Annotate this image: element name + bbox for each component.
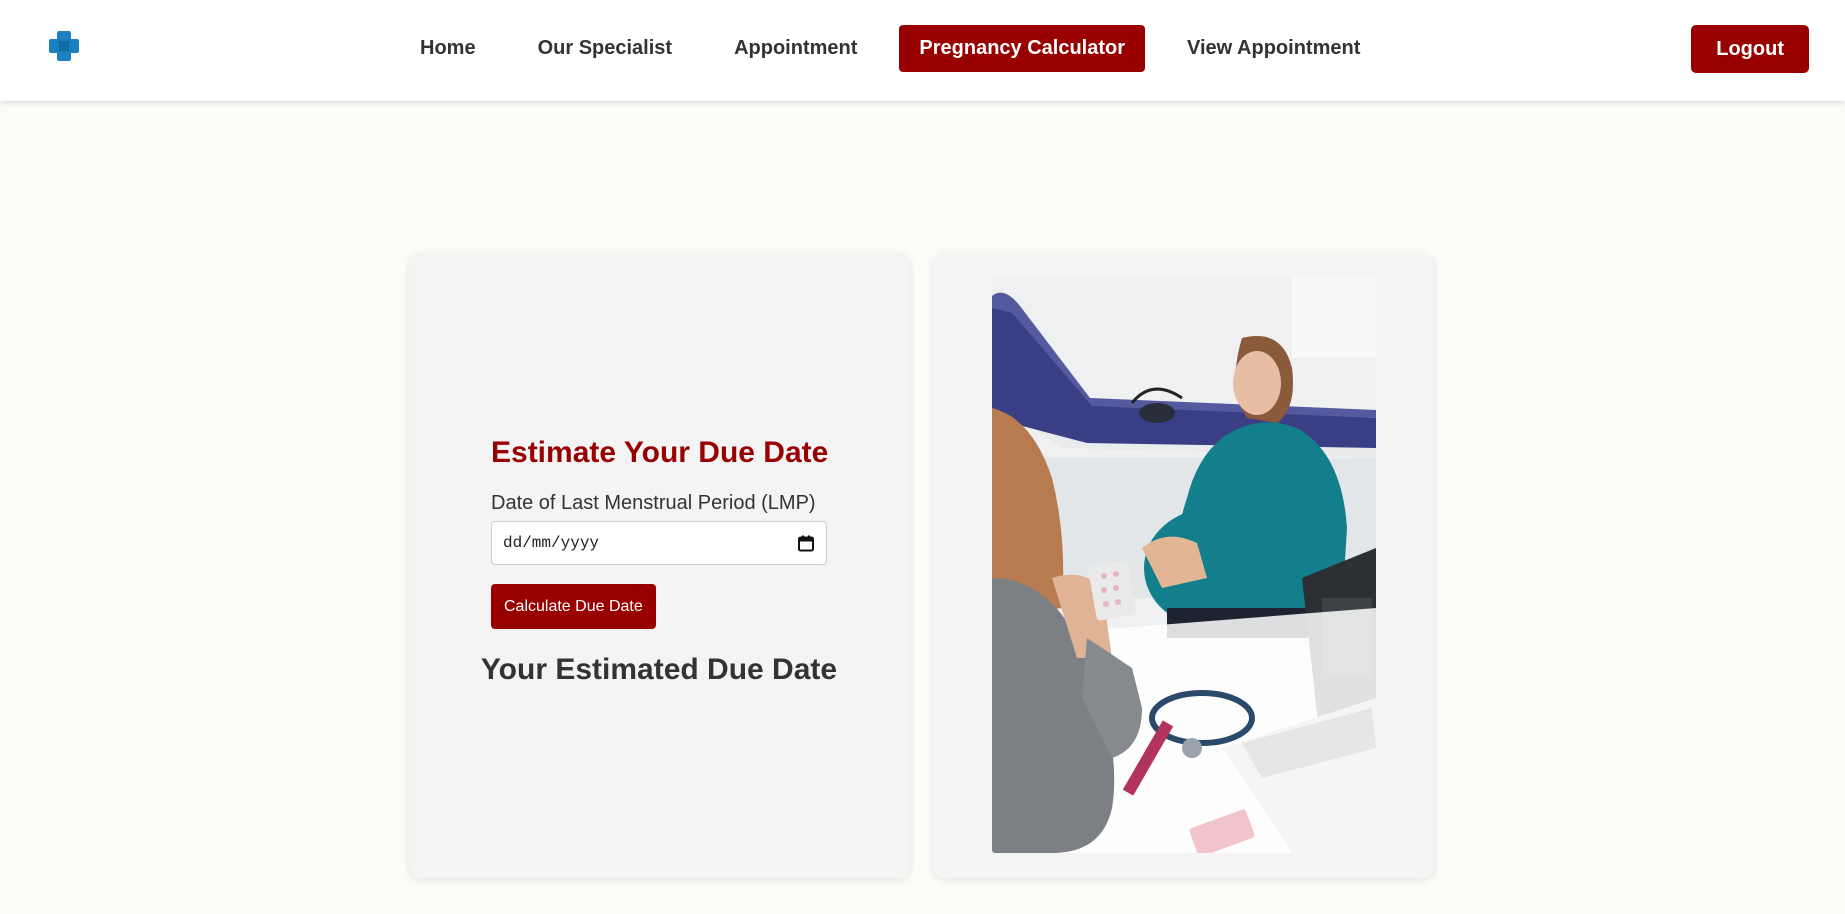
nav-link-pregnancy-calculator[interactable]: Pregnancy Calculator — [899, 25, 1146, 72]
top-navbar: Home Our Specialist Appointment Pregnanc… — [0, 0, 1845, 101]
calendar-icon[interactable] — [798, 535, 814, 552]
pregnancy-consultation-photo — [992, 278, 1376, 853]
calculate-due-date-button[interactable]: Calculate Due Date — [491, 584, 656, 629]
date-placeholder: dd/mm/yyyy — [503, 534, 600, 552]
nav-link-our-specialist[interactable]: Our Specialist — [518, 25, 693, 72]
nav-link-appointment[interactable]: Appointment — [714, 25, 877, 72]
image-card — [933, 253, 1434, 878]
calculator-card: Estimate Your Due Date Date of Last Mens… — [409, 253, 910, 878]
lmp-label: Date of Last Menstrual Period (LMP) — [491, 492, 816, 514]
logout-button[interactable]: Logout — [1691, 25, 1809, 73]
nav-link-view-appointment[interactable]: View Appointment — [1167, 25, 1380, 72]
nav-links: Home Our Specialist Appointment Pregnanc… — [400, 25, 1402, 72]
consultation-illustration — [992, 278, 1376, 853]
medical-cross-icon[interactable] — [48, 30, 80, 62]
lmp-date-input[interactable]: dd/mm/yyyy — [491, 521, 827, 565]
due-date-form: Estimate Your Due Date Date of Last Mens… — [481, 436, 837, 687]
result-heading: Your Estimated Due Date — [480, 653, 838, 686]
nav-link-home[interactable]: Home — [400, 25, 496, 72]
form-title: Estimate Your Due Date — [491, 436, 829, 469]
